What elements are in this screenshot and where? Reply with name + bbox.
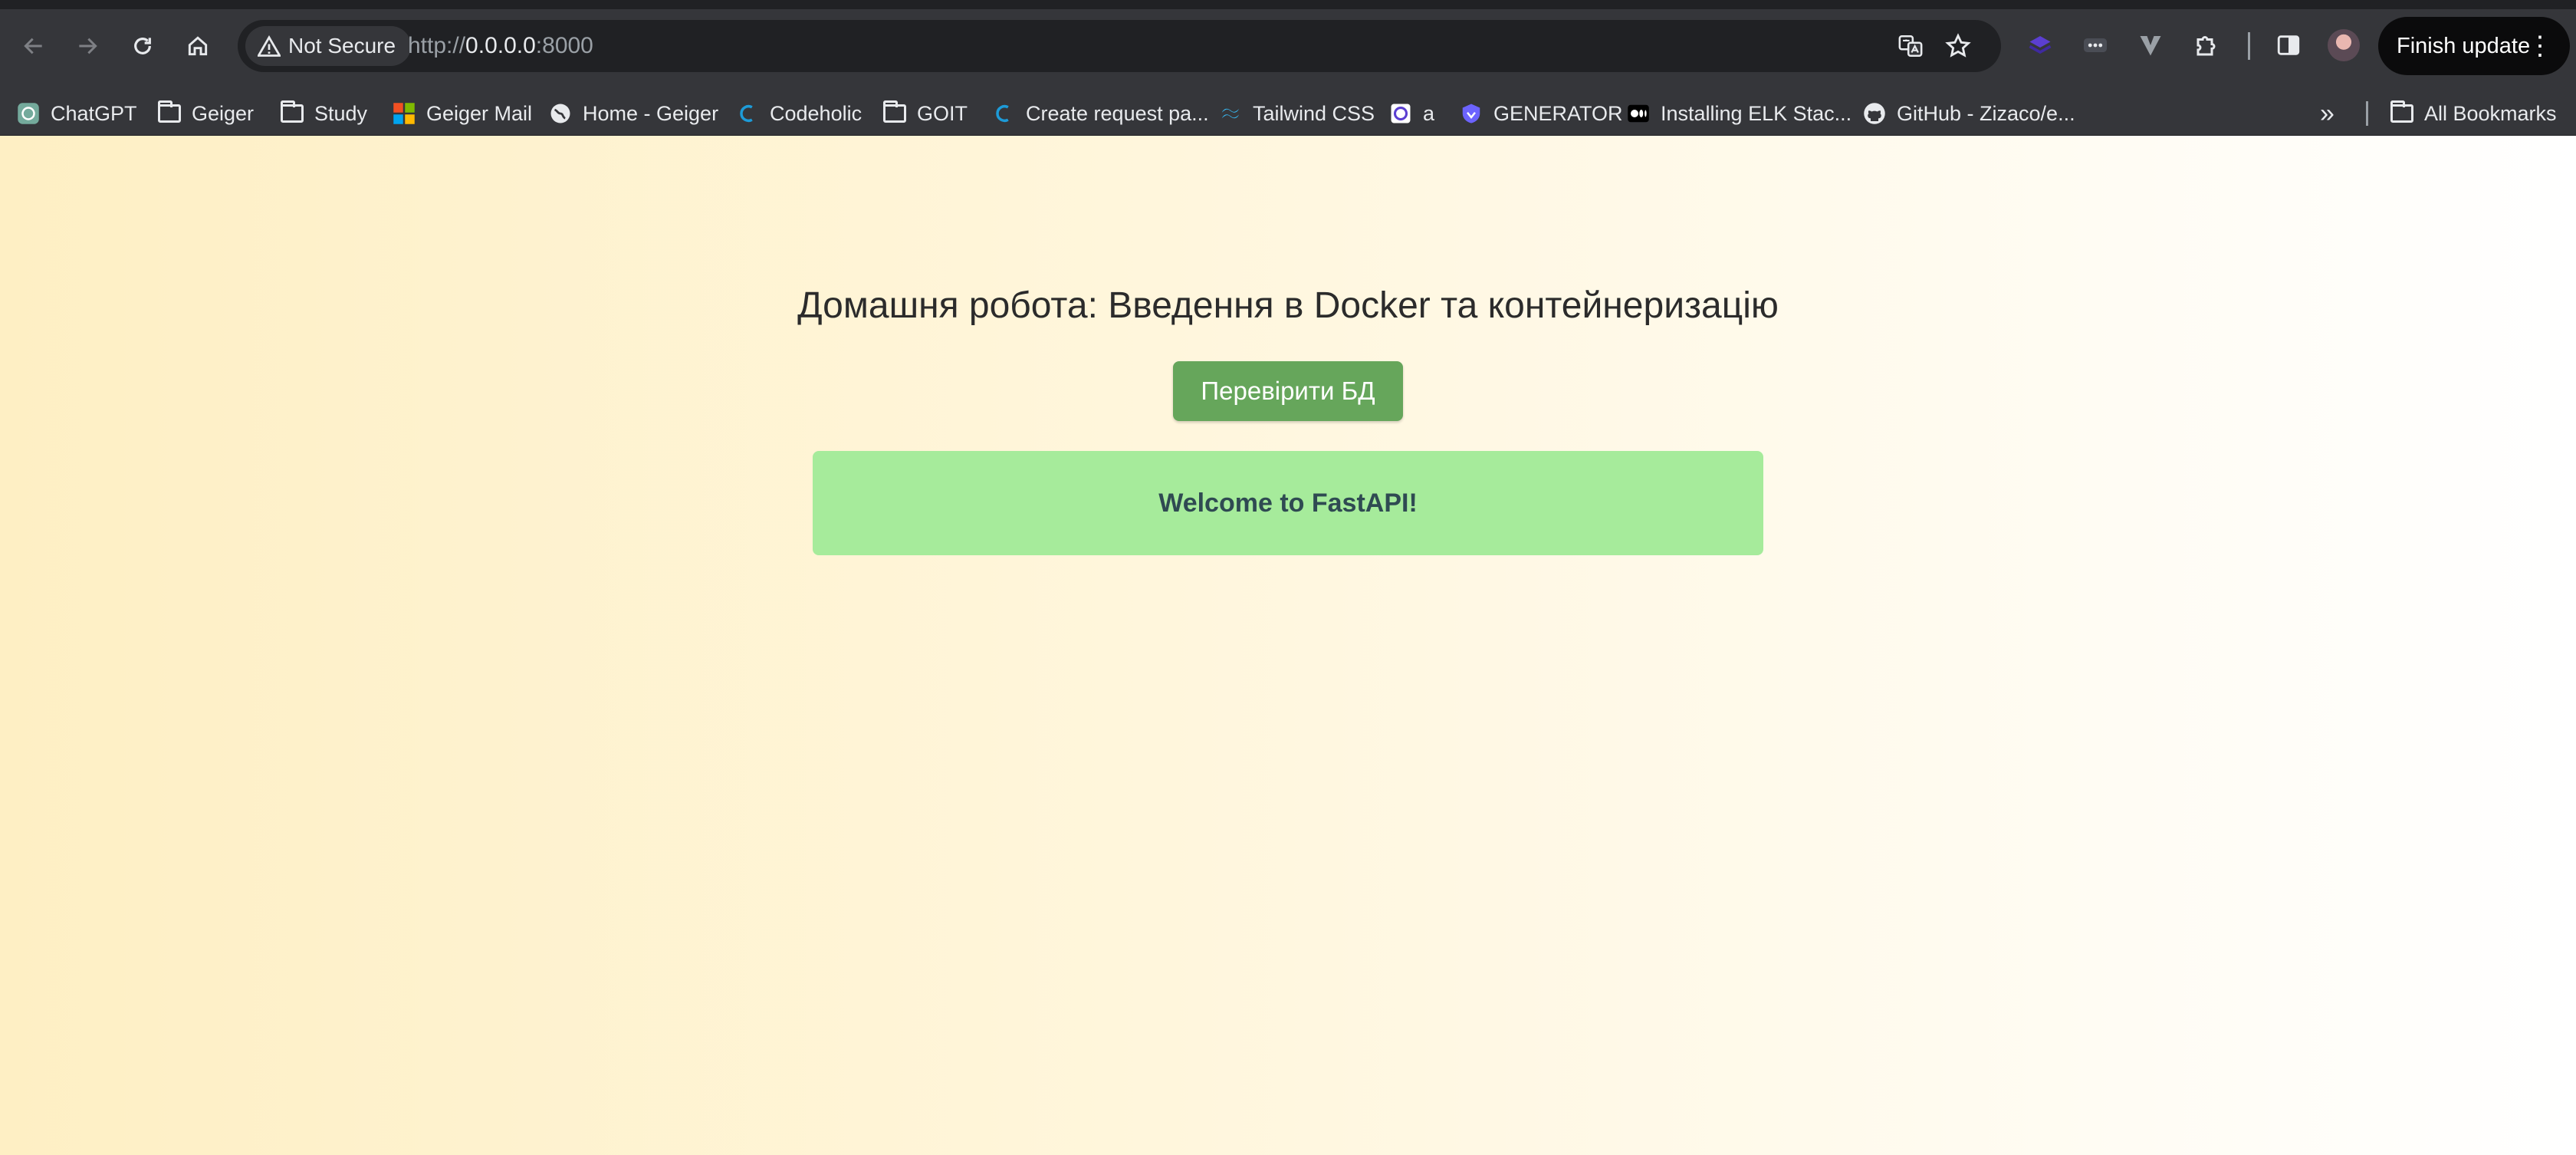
back-button[interactable] <box>14 26 54 66</box>
codeholic-icon <box>736 102 759 125</box>
bookmark-study[interactable]: Study <box>281 92 367 135</box>
folder-icon <box>2390 100 2413 125</box>
bookmark-star-icon[interactable] <box>1944 32 1972 60</box>
reload-icon <box>134 38 151 54</box>
home-button[interactable] <box>178 26 218 66</box>
bookmark-label: Study <box>314 101 368 125</box>
bookmarks-bar: ChatGPT Geiger Study Geiger Mail Home - … <box>0 92 2576 136</box>
check-db-button[interactable]: Перевірити БД <box>1173 361 1403 421</box>
warning-icon <box>258 35 281 57</box>
bookmark-label: GitHub - Zizaco/e... <box>1897 101 2075 125</box>
folder-icon <box>281 100 304 125</box>
github-icon <box>1863 102 1886 125</box>
bookmark-geiger-mail[interactable]: Geiger Mail <box>393 92 532 135</box>
security-chip[interactable]: Not Secure <box>245 26 412 66</box>
bookmark-elk[interactable]: Installing ELK Stac... <box>1627 92 1852 135</box>
bookmark-a[interactable]: a <box>1389 92 1434 135</box>
bookmark-create-request[interactable]: Create request pa... <box>992 92 1209 135</box>
bookmark-generator[interactable]: GENERATOR <box>1460 92 1623 135</box>
app-icon <box>1389 102 1412 125</box>
bookmark-goit[interactable]: GOIT <box>883 92 968 135</box>
extension-dots-icon[interactable] <box>2078 28 2113 63</box>
bookmark-codeholic[interactable]: Codeholic <box>736 92 862 135</box>
bookmark-chatgpt[interactable]: ChatGPT <box>17 92 137 135</box>
bookmark-label: Home - Geiger <box>583 101 719 125</box>
toolbar-divider <box>2248 32 2250 60</box>
side-panel-icon[interactable] <box>2271 28 2306 63</box>
microsoft-icon <box>393 102 416 125</box>
bookmarks-divider <box>2366 101 2368 126</box>
address-bar[interactable]: Not Secure http://0.0.0.0:8000 <box>238 20 2001 72</box>
shield-icon <box>1460 102 1483 125</box>
bookmark-label: Installing ELK Stac... <box>1661 101 1852 125</box>
more-bookmarks-button[interactable]: » <box>2320 92 2334 135</box>
tailwind-icon <box>1219 102 1242 125</box>
bookmark-tailwind[interactable]: Tailwind CSS <box>1219 92 1375 135</box>
extension-v-icon[interactable] <box>2133 28 2168 63</box>
reload-button[interactable] <box>123 26 163 66</box>
folder-icon <box>883 100 906 125</box>
bookmark-label: Geiger <box>192 101 255 125</box>
extensions-puzzle-icon[interactable] <box>2190 28 2225 63</box>
globe-icon <box>549 102 572 125</box>
finish-update-label: Finish update <box>2397 33 2531 58</box>
bookmark-label: GOIT <box>917 101 968 125</box>
forward-button[interactable] <box>67 26 107 66</box>
bookmark-github[interactable]: GitHub - Zizaco/e... <box>1863 92 2075 135</box>
page-content: Домашня робота: Введення в Docker та кон… <box>0 136 2576 1155</box>
result-message: Welcome to FastAPI! <box>813 451 1763 555</box>
home-icon <box>188 36 208 56</box>
security-label: Not Secure <box>288 34 396 58</box>
codeholic-icon <box>992 102 1015 125</box>
bookmark-home-geiger[interactable]: Home - Geiger <box>549 92 718 135</box>
chatgpt-icon <box>17 102 40 125</box>
chevron-double-right-icon: » <box>2320 98 2334 128</box>
browser-toolbar: Not Secure http://0.0.0.0:8000 Finish up… <box>0 0 2576 92</box>
url-host: 0.0.0.0 <box>465 33 536 58</box>
arrow-right-icon <box>79 38 97 54</box>
tab-strip <box>0 0 2576 9</box>
bookmark-label: GENERATOR <box>1493 101 1623 125</box>
url-scheme: http:// <box>408 33 466 58</box>
bookmark-label: Tailwind CSS <box>1253 101 1375 125</box>
page-title: Домашня робота: Введення в Docker та кон… <box>797 285 1779 326</box>
bookmark-label: ChatGPT <box>51 101 137 125</box>
bookmark-label: Geiger Mail <box>426 101 533 125</box>
medium-icon <box>1627 102 1650 125</box>
bookmark-label: Codeholic <box>770 101 863 125</box>
all-bookmarks-button[interactable]: All Bookmarks <box>2390 92 2557 135</box>
bookmark-geiger[interactable]: Geiger <box>158 92 254 135</box>
bookmark-label: a <box>1423 101 1435 125</box>
url-text[interactable]: http://0.0.0.0:8000 <box>408 20 593 72</box>
finish-update-button[interactable]: Finish update ⋮ <box>2378 17 2570 75</box>
bookmark-label: Create request pa... <box>1026 101 1209 125</box>
folder-icon <box>158 100 181 125</box>
arrow-left-icon <box>24 38 42 54</box>
all-bookmarks-label: All Bookmarks <box>2424 101 2557 125</box>
extension-layers-icon[interactable] <box>2022 28 2058 63</box>
profile-avatar[interactable] <box>2328 29 2360 61</box>
more-vert-icon: ⋮ <box>2527 31 2553 61</box>
translate-icon[interactable] <box>1897 32 1924 60</box>
url-port: :8000 <box>535 33 593 58</box>
